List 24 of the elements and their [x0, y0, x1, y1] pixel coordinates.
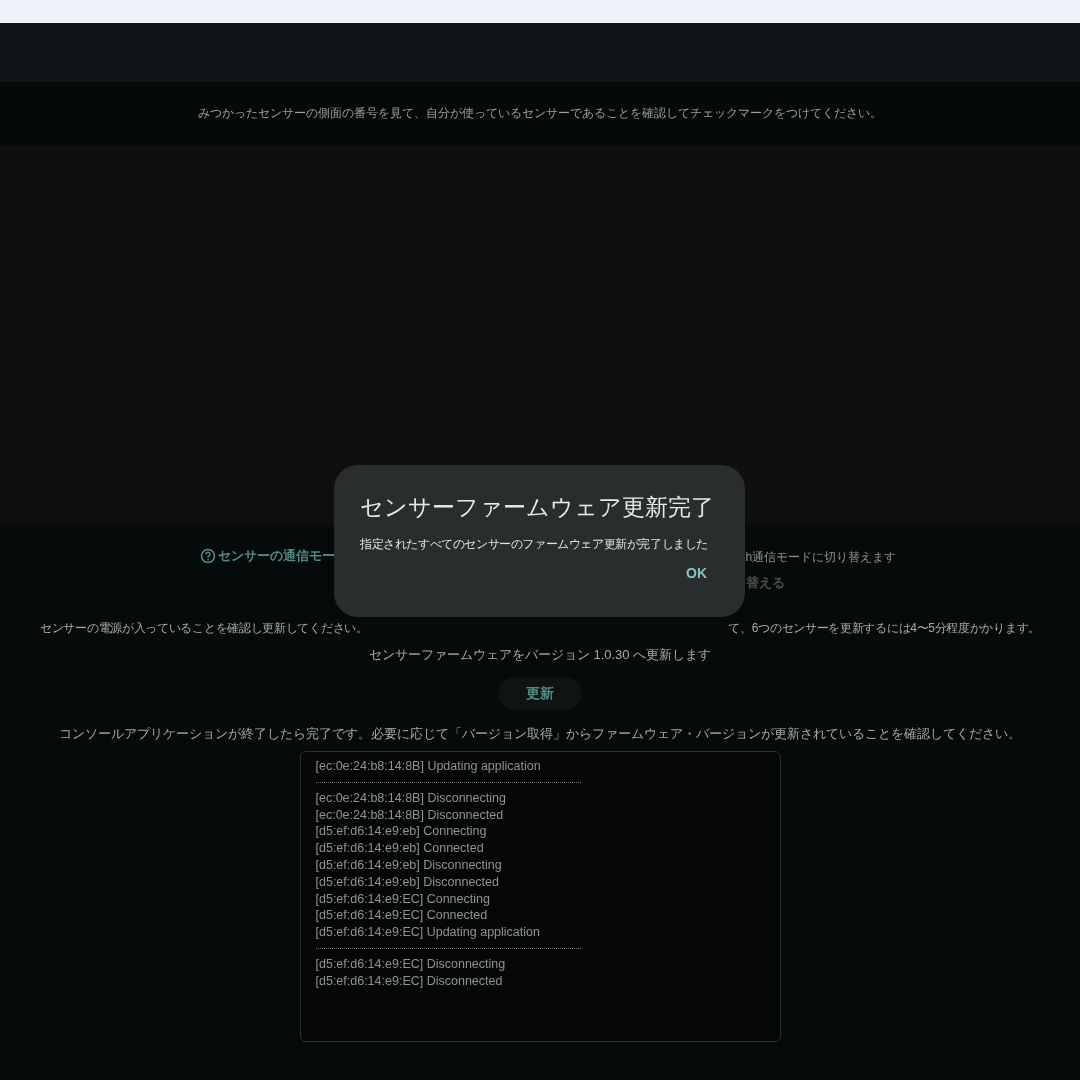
log-line: [d5:ef:d6:14:e9:EC] Updating application	[315, 924, 541, 941]
dialog-message: 指定されたすべてのセンサーのファームウェア更新が完了しました	[360, 537, 709, 552]
log-line: [d5:ef:d6:14:e9:eb] Connected	[315, 840, 485, 857]
dialog-title: センサーファームウェア更新完了	[360, 493, 715, 522]
log-line: [d5:ef:d6:14:e9:EC] Disconnected	[315, 972, 504, 990]
mode-note-text: h通信モードに切り替えます	[745, 550, 897, 564]
log-line: [d5:ef:d6:14:e9:EC] Disconnecting	[315, 955, 507, 973]
completion-note-text: コンソールアプリケーションが終了したら完了です。必要に応じて「バージョン取得」からファームウェア・バージョンが更新されていることを確認してください。	[59, 724, 1021, 743]
log-line: [d5:ef:d6:14:e9:eb] Connecting	[315, 823, 488, 841]
log-line: [d5:ef:d6:14:e9:eb] Disconnected	[315, 873, 500, 891]
ok-button[interactable]: OK	[674, 559, 719, 588]
instruction-text: みつかったセンサーの側面の番号を見て、自分が使っているセンサーであることを確認してチェックマークをつけてください。	[198, 105, 882, 121]
log-line: [ec:0e:24:b8:14:8B] Disconnecting	[315, 789, 507, 807]
update-button[interactable]: 更新	[498, 676, 582, 710]
version-text: センサーファームウェアをバージョン 1.0.30 へ更新します	[368, 646, 712, 664]
power-note-text: センサーの電源が入っていることを確認し更新してください。	[40, 620, 368, 637]
log-line: [ec:0e:24:b8:14:8B] Disconnected	[315, 806, 505, 824]
power-note-text: て、6つのセンサーを更新するには4〜5分程度かかります。	[728, 620, 1040, 637]
log-line: [d5:ef:d6:14:e9:EC] Connected	[315, 907, 489, 925]
log-line: [ec:0e:24:b8:14:8B] Updating application	[315, 758, 542, 775]
log-line: [d5:ef:d6:14:e9:eb] Disconnecting	[315, 857, 503, 874]
log-line: [d5:ef:d6:14:e9:EC] Connecting	[315, 890, 491, 908]
help-icon	[199, 548, 216, 564]
help-link[interactable]: センサーの通信モー	[199, 546, 335, 566]
